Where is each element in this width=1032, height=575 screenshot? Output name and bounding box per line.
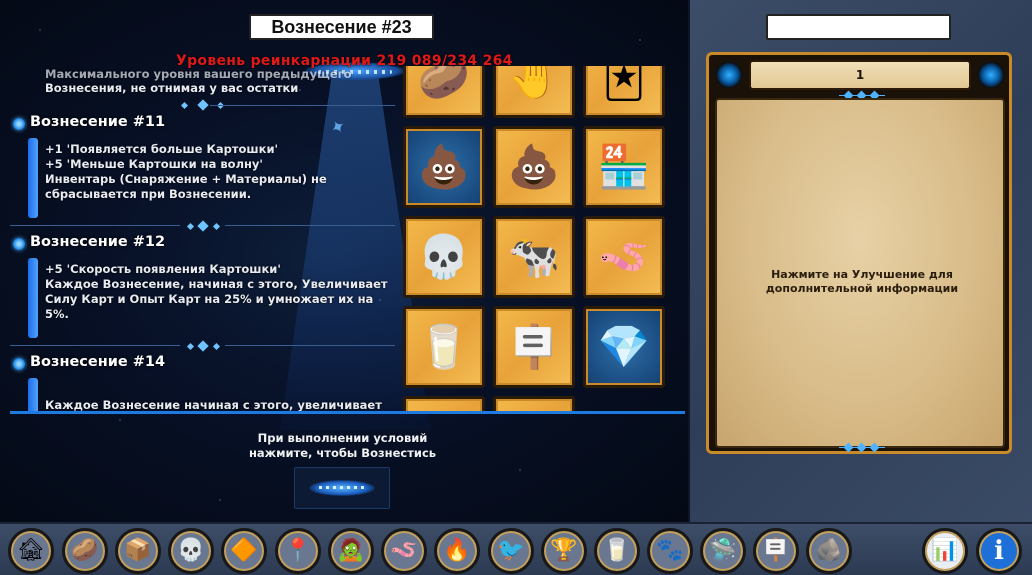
toolbar-button-trophy[interactable]: 🏆 xyxy=(541,528,587,574)
ascend-button[interactable] xyxy=(294,467,390,509)
separator xyxy=(839,442,885,453)
potato-figure-icon: 🧟 xyxy=(337,538,365,563)
poop-pile-icon: 💩 xyxy=(507,142,561,191)
toolbar-button-milk[interactable]: 🥛 xyxy=(594,528,640,574)
skull-icon: 💀 xyxy=(177,538,205,563)
progress-bar xyxy=(28,378,38,412)
trophy-icon: 🏆 xyxy=(550,538,578,563)
upgrade-tile[interactable]: 🪱 xyxy=(583,216,665,298)
progress-bar xyxy=(28,258,38,338)
milk-icon: 🥛 xyxy=(603,538,631,563)
separator xyxy=(10,220,395,232)
upgrade-tile[interactable]: 🏪 xyxy=(583,126,665,208)
toolbar-button-map-pin[interactable]: 📍 xyxy=(275,528,321,574)
orb-icon xyxy=(715,61,743,89)
ascension-desc: +1 'Появляется больше Картошки' +5 'Мень… xyxy=(45,142,327,201)
ufo-icon: 🛸 xyxy=(709,538,737,563)
gear-icon xyxy=(13,118,25,130)
search-input[interactable] xyxy=(766,14,951,40)
toolbar-button-phoenix[interactable]: 🐦 xyxy=(488,528,534,574)
page-indicator: 1 xyxy=(749,60,971,90)
detail-parchment: Нажмите на Улучшение для дополнительной … xyxy=(715,98,1005,448)
upgrade-tile[interactable] xyxy=(493,396,575,411)
paw-icon: 🐾 xyxy=(656,538,684,563)
toolbar-button-worm[interactable]: 🪱 xyxy=(381,528,427,574)
ascension-desc: Каждое Вознесение начиная с этого, увели… xyxy=(45,398,382,412)
timer-milk-icon: 🥛 xyxy=(417,322,471,371)
toolbar-button-paw[interactable]: 🐾 xyxy=(647,528,693,574)
toolbar-button-potato[interactable]: 🥔 xyxy=(62,528,108,574)
upgrade-tile[interactable]: 🐄 xyxy=(493,216,575,298)
upgrade-tile[interactable]: 🪧 xyxy=(493,306,575,388)
crate-icon: 📦 xyxy=(124,538,152,563)
skull-icon: 💀 xyxy=(417,232,471,281)
cards-icon: 🃏 xyxy=(602,66,646,101)
map-pin-icon: 📍 xyxy=(284,538,312,563)
list-item-text: Вознесения, не отнимая у вас остатки xyxy=(45,81,299,95)
ascension-title: Вознесение #14 xyxy=(30,354,166,370)
ufo-lights xyxy=(319,486,365,489)
upgrade-tile[interactable]: 💎 xyxy=(583,306,665,388)
upgrade-tile[interactable]: 💀 xyxy=(403,216,485,298)
upgrade-tile[interactable]: 🃏 xyxy=(583,66,665,118)
toolbar-button-fire-orb[interactable]: 🔥 xyxy=(434,528,480,574)
bottom-toolbar: 🏚 🥔 📦 💀 🔶 📍 🧟 🪱 🔥 🐦 🏆 🥛 🐾 🛸 🪧 🪨 📊 ℹ xyxy=(0,522,1032,575)
ascension-desc: +5 'Скорость появления Картошки' Каждое … xyxy=(45,262,388,321)
detail-frame: 1 Нажмите на Улучшение для дополнительно… xyxy=(706,52,1012,454)
upgrade-tile[interactable]: 🤚 xyxy=(493,66,575,118)
diamond-card-icon: 🔶 xyxy=(230,538,258,563)
fire-orb-icon: 🔥 xyxy=(443,538,471,563)
toolbar-button-stats[interactable]: 📊 xyxy=(922,528,968,574)
gear-icon xyxy=(13,358,25,370)
signpost-icon: 🪧 xyxy=(507,322,561,371)
toolbar-button-ufo[interactable]: 🛸 xyxy=(700,528,746,574)
detail-info-text: Нажмите на Улучшение для дополнительной … xyxy=(765,268,959,295)
potato-icon: 🥔 xyxy=(417,66,471,101)
worm-hand-icon: 🤚 xyxy=(507,66,561,101)
info-icon: ℹ xyxy=(994,536,1004,566)
ascension-title: Вознесение #11 xyxy=(30,114,166,130)
potato-icon: 🥔 xyxy=(71,538,99,563)
list-item-text: Максимального уровня вашего предыдущего xyxy=(45,67,352,81)
detail-panel: 1 Нажмите на Улучшение для дополнительно… xyxy=(688,0,1032,522)
progress-bar xyxy=(28,138,38,218)
upgrade-tile[interactable]: 🥔 xyxy=(403,66,485,118)
ascend-prompt: При выполнении условий нажмите, чтобы Во… xyxy=(248,431,437,460)
worm-icon: 🪱 xyxy=(390,538,418,563)
upgrade-tile[interactable] xyxy=(403,396,485,411)
toolbar-button-info[interactable]: ℹ xyxy=(976,528,1022,574)
farm-icon: 🏚 xyxy=(17,538,45,563)
worm-icon: 🪱 xyxy=(597,232,651,281)
ascension-title: Вознесение #12 xyxy=(30,234,166,250)
upgrade-tile[interactable]: 💩 xyxy=(493,126,575,208)
cow-icon: 🐄 xyxy=(507,232,561,281)
page-title: Вознесение #23 xyxy=(249,14,434,40)
separator xyxy=(10,340,395,352)
ascension-list[interactable]: Максимального уровня вашего предыдущего … xyxy=(10,66,395,412)
upgrade-tile[interactable]: 💩 xyxy=(403,126,485,208)
signpost-icon: 🪧 xyxy=(762,538,790,563)
toolbar-button-crate[interactable]: 📦 xyxy=(115,528,161,574)
upgrade-tile[interactable]: 🥛 xyxy=(403,306,485,388)
upgrade-grid[interactable]: 🥔 🤚 🃏 💩 💩 🏪 💀 🐄 🪱 🥛 🪧 💎 xyxy=(400,66,670,411)
crystal-icon: 💎 xyxy=(597,322,651,371)
divider xyxy=(10,411,685,414)
gear-icon xyxy=(13,238,25,250)
toolbar-button-farm[interactable]: 🏚 xyxy=(8,528,54,574)
toolbar-button-skull[interactable]: 💀 xyxy=(168,528,214,574)
orb-icon xyxy=(977,61,1005,89)
toolbar-button-signpost[interactable]: 🪧 xyxy=(753,528,799,574)
toolbar-button-potato-figure[interactable]: 🧟 xyxy=(328,528,374,574)
stats-icon: 📊 xyxy=(931,538,959,563)
rock-icon: 🪨 xyxy=(815,538,843,563)
toolbar-button-diamond-card[interactable]: 🔶 xyxy=(221,528,267,574)
poop-icon: 💩 xyxy=(417,142,471,191)
phoenix-icon: 🐦 xyxy=(497,538,525,563)
ascension-scene: ✦ Вознесение #23 Уровень реинкарнации 21… xyxy=(0,0,688,522)
shop-gear-icon: 🏪 xyxy=(597,142,651,191)
toolbar-button-rock[interactable]: 🪨 xyxy=(806,528,852,574)
